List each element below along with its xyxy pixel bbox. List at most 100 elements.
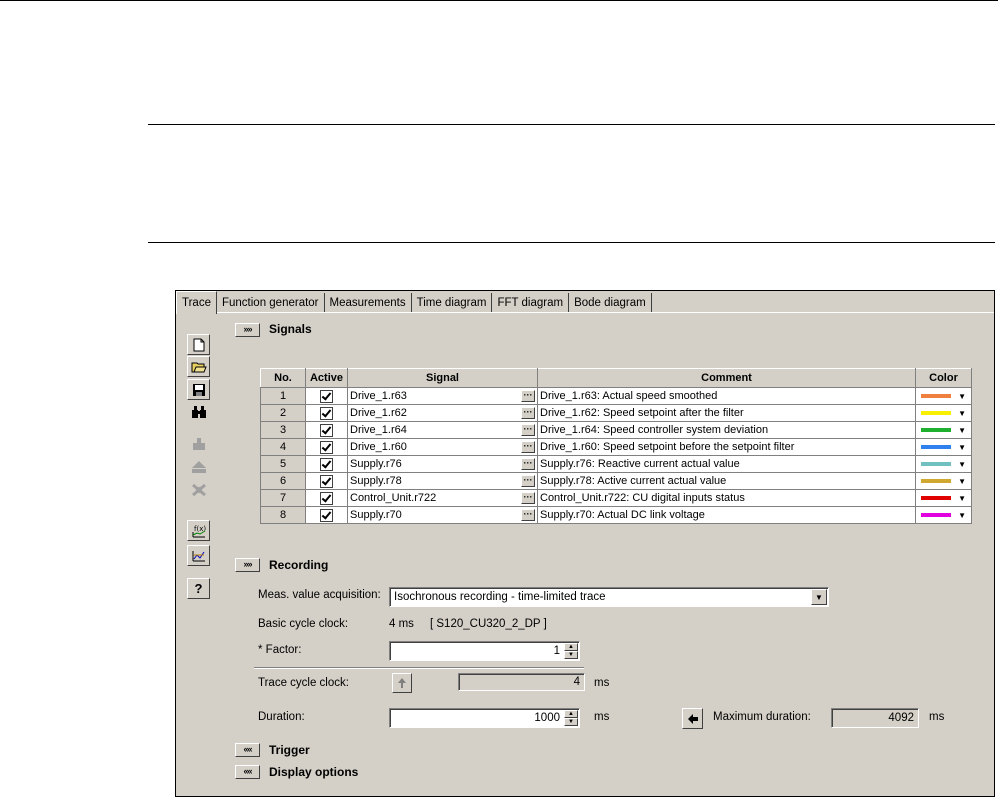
comment-cell[interactable]: Supply.r78: Active current actual value bbox=[537, 472, 916, 490]
duration-spin[interactable]: ▲ ▼ bbox=[564, 710, 578, 726]
function-button[interactable]: f(x) bbox=[187, 520, 210, 541]
table-row[interactable]: 6 Supply.r78 ··· Supply.r78: Active current… bbox=[260, 472, 972, 490]
color-cell[interactable]: ▼ bbox=[915, 387, 972, 405]
active-cell bbox=[305, 472, 348, 490]
arrow-up-icon bbox=[398, 678, 406, 688]
comment-cell[interactable]: Supply.r76: Reactive current actual valu… bbox=[537, 455, 916, 473]
tab-function-generator[interactable]: Function generator bbox=[217, 293, 325, 313]
color-cell[interactable]: ▼ bbox=[915, 404, 972, 422]
help-button[interactable]: ? bbox=[187, 578, 210, 599]
color-cell[interactable]: ▼ bbox=[915, 506, 972, 524]
tab-trace[interactable]: Trace bbox=[176, 291, 217, 314]
table-row[interactable]: 3 Drive_1.r64 ··· Drive_1.r64: Speed contro… bbox=[260, 421, 972, 439]
signal-browse-button[interactable]: ··· bbox=[521, 407, 535, 419]
chart-button[interactable] bbox=[187, 545, 210, 566]
active-checkbox[interactable] bbox=[320, 389, 333, 403]
upload-icon bbox=[192, 437, 205, 450]
comment-cell[interactable]: Drive_1.r62: Speed setpoint after the fi… bbox=[537, 404, 916, 422]
color-swatch bbox=[921, 479, 951, 483]
color-cell[interactable]: ▼ bbox=[915, 472, 972, 490]
comment-cell[interactable]: Drive_1.r63: Actual speed smoothed bbox=[537, 387, 916, 405]
table-row[interactable]: 7 Control_Unit.r722 ··· Control_Unit.r722: … bbox=[260, 489, 972, 507]
factor-spin[interactable]: ▲ ▼ bbox=[564, 643, 578, 659]
trace-cycle-up-button[interactable] bbox=[392, 673, 412, 693]
trigger-toggle-button[interactable]: «« bbox=[235, 743, 260, 757]
divider bbox=[254, 667, 584, 669]
save-disk-icon bbox=[192, 383, 205, 396]
signal-browse-button[interactable]: ··· bbox=[521, 458, 535, 470]
row-number: 7 bbox=[260, 489, 306, 507]
chevron-down-icon: ▼ bbox=[958, 425, 966, 435]
color-swatch bbox=[921, 445, 951, 449]
duration-stepper[interactable]: 1000 ▲ ▼ bbox=[389, 708, 580, 728]
signal-browse-button[interactable]: ··· bbox=[521, 475, 535, 487]
active-checkbox[interactable] bbox=[320, 457, 333, 471]
active-cell bbox=[305, 489, 348, 507]
signal-cell[interactable]: Control_Unit.r722 ··· bbox=[347, 489, 538, 507]
comment-cell[interactable]: Drive_1.r64: Speed controller system dev… bbox=[537, 421, 916, 439]
table-row[interactable]: 8 Supply.r70 ··· Supply.r70: Actual DC link… bbox=[260, 506, 972, 524]
trigger-title: Trigger bbox=[269, 743, 310, 757]
chevron-down-icon: ▼ bbox=[958, 442, 966, 452]
row-number: 1 bbox=[260, 387, 306, 405]
color-cell[interactable]: ▼ bbox=[915, 489, 972, 507]
basic-cycle-device: [ S120_CU320_2_DP ] bbox=[430, 618, 547, 630]
signal-cell[interactable]: Supply.r70 ··· bbox=[347, 506, 538, 524]
active-cell bbox=[305, 421, 348, 439]
chevron-down-icon: ▼ bbox=[958, 459, 966, 469]
color-cell[interactable]: ▼ bbox=[915, 421, 972, 439]
comment-cell[interactable]: Drive_1.r60: Speed setpoint before the s… bbox=[537, 438, 916, 456]
active-checkbox[interactable] bbox=[320, 474, 333, 488]
signal-browse-button[interactable]: ··· bbox=[521, 390, 535, 402]
active-checkbox[interactable] bbox=[320, 406, 333, 420]
signal-cell[interactable]: Drive_1.r60 ··· bbox=[347, 438, 538, 456]
display-options-title: Display options bbox=[269, 765, 359, 779]
new-button[interactable] bbox=[187, 334, 210, 355]
active-checkbox[interactable] bbox=[320, 423, 333, 437]
comment-cell[interactable]: Supply.r70: Actual DC link voltage bbox=[537, 506, 916, 524]
signal-cell[interactable]: Drive_1.r64 ··· bbox=[347, 421, 538, 439]
signal-cell[interactable]: Supply.r76 ··· bbox=[347, 455, 538, 473]
signal-browse-button[interactable]: ··· bbox=[521, 424, 535, 436]
eject-button[interactable] bbox=[187, 456, 210, 477]
table-row[interactable]: 5 Supply.r76 ··· Supply.r76: Reactive curre… bbox=[260, 455, 972, 473]
save-button[interactable] bbox=[187, 379, 210, 400]
signal-name: Supply.r76 bbox=[350, 458, 402, 470]
table-row[interactable]: 2 Drive_1.r62 ··· Drive_1.r62: Speed setpoi… bbox=[260, 404, 972, 422]
basic-cycle-value: 4 ms bbox=[389, 618, 414, 630]
comment-cell[interactable]: Control_Unit.r722: CU digital inputs sta… bbox=[537, 489, 916, 507]
signal-browse-button[interactable]: ··· bbox=[521, 509, 535, 521]
tab-time-diagram[interactable]: Time diagram bbox=[412, 293, 493, 313]
active-checkbox[interactable] bbox=[320, 440, 333, 454]
signal-browse-button[interactable]: ··· bbox=[521, 441, 535, 453]
color-cell[interactable]: ▼ bbox=[915, 438, 972, 456]
color-swatch bbox=[921, 411, 951, 415]
find-button[interactable] bbox=[187, 401, 210, 422]
recording-toggle-button[interactable]: »» bbox=[235, 558, 260, 572]
tab-fft-diagram[interactable]: FFT diagram bbox=[492, 293, 570, 313]
meas-select[interactable]: Isochronous recording - time-limited tra… bbox=[389, 587, 829, 607]
factor-stepper[interactable]: 1 ▲ ▼ bbox=[389, 641, 580, 661]
color-swatch bbox=[921, 462, 951, 466]
signal-browse-button[interactable]: ··· bbox=[521, 492, 535, 504]
active-checkbox[interactable] bbox=[320, 491, 333, 505]
table-row[interactable]: 4 Drive_1.r60 ··· Drive_1.r60: Speed setpoi… bbox=[260, 438, 972, 456]
trace-cycle-field: 4 bbox=[458, 673, 585, 691]
active-checkbox[interactable] bbox=[320, 508, 333, 522]
trace-window: Trace Function generator Measurements Ti… bbox=[175, 290, 995, 797]
open-button[interactable] bbox=[187, 356, 210, 377]
chevron-down-icon: ▼ bbox=[958, 510, 966, 520]
signal-cell[interactable]: Drive_1.r63 ··· bbox=[347, 387, 538, 405]
disconnect-button[interactable] bbox=[187, 479, 210, 500]
table-row[interactable]: 1 Drive_1.r63 ··· Drive_1.r63: Actual speed… bbox=[260, 387, 972, 405]
signal-cell[interactable]: Supply.r78 ··· bbox=[347, 472, 538, 490]
signal-cell[interactable]: Drive_1.r62 ··· bbox=[347, 404, 538, 422]
apply-max-duration-button[interactable] bbox=[682, 708, 703, 729]
tab-measurements[interactable]: Measurements bbox=[325, 293, 412, 313]
signals-toggle-button[interactable]: »» bbox=[235, 323, 260, 337]
active-cell bbox=[305, 455, 348, 473]
display-options-toggle-button[interactable]: «« bbox=[235, 765, 260, 779]
upload-button[interactable] bbox=[187, 433, 210, 454]
color-cell[interactable]: ▼ bbox=[915, 455, 972, 473]
tab-bode-diagram[interactable]: Bode diagram bbox=[569, 293, 652, 313]
